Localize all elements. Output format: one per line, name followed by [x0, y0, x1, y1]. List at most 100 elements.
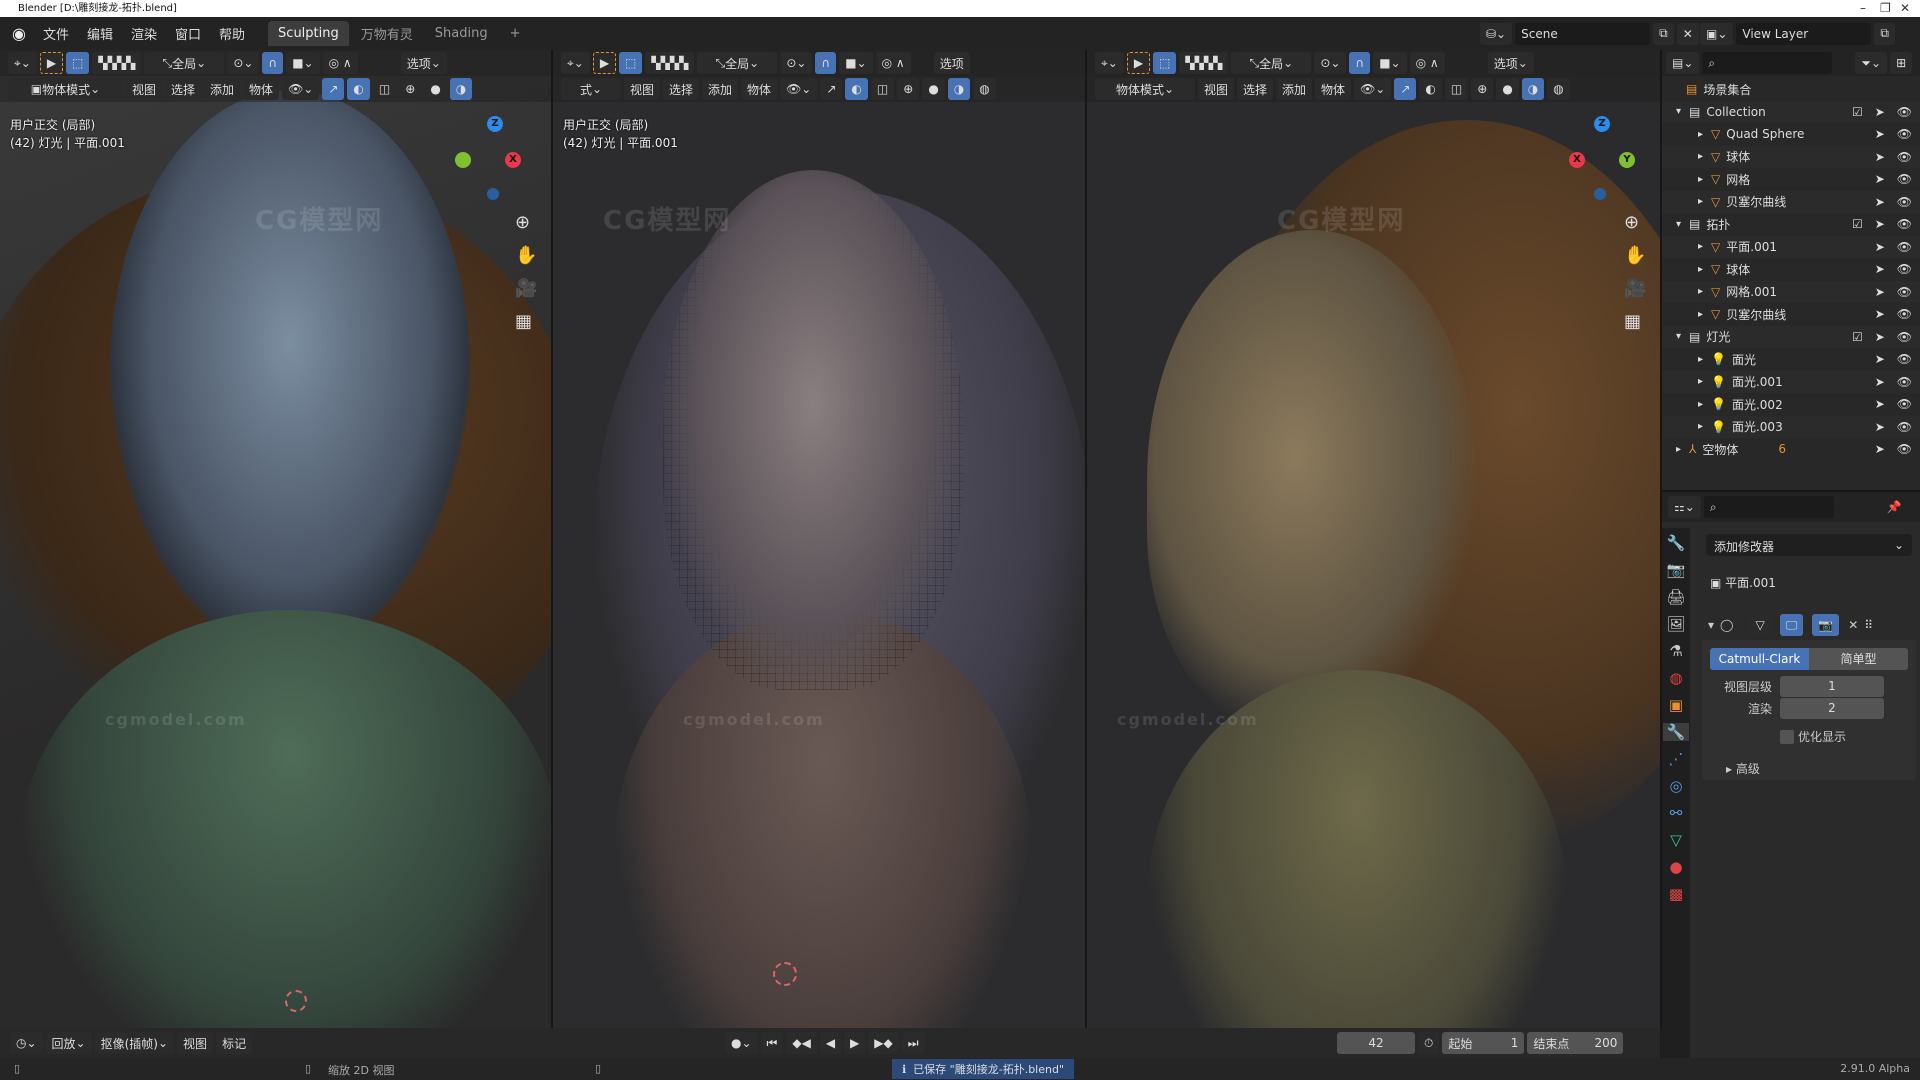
shading-material-icon[interactable]: ◑ — [947, 78, 971, 100]
view-menu[interactable]: 视图 — [177, 1032, 214, 1054]
selectable-toggle-icon[interactable]: ➤ — [1875, 397, 1885, 411]
shading-solid-icon[interactable]: ● — [1496, 78, 1519, 100]
texture-tab-icon[interactable]: ▩ — [1669, 885, 1683, 903]
constraints-tab-icon[interactable]: ⚯ — [1670, 804, 1683, 822]
selectable-toggle-icon[interactable]: ➤ — [1875, 285, 1885, 299]
snap-target-icon[interactable]: ■⌄ — [839, 52, 873, 74]
tab-wanwu[interactable]: 万物有灵 — [351, 19, 423, 48]
select-box-icon[interactable]: ⬚ — [619, 52, 643, 74]
menu-window[interactable]: 窗口 — [166, 24, 210, 43]
menu-object[interactable]: 物体 — [741, 78, 778, 100]
jump-start-icon[interactable]: ⏮ — [760, 1032, 784, 1054]
viewport-middle[interactable]: ⌖⌄ ▶ ⬚ ▚▚▚▚ ⤡ 全局 ⌄ ⊙⌄ ∩ ■⌄ ◎ ∧ 选项 式 ⌄ 视图… — [553, 50, 1087, 1028]
expand-arrow-icon[interactable]: ▸ — [1698, 376, 1703, 387]
pan-hand-icon[interactable]: ✋ — [515, 245, 537, 266]
viewport-toggle-icon[interactable]: 🖵 — [1779, 614, 1804, 636]
select-mode-icons[interactable]: ▚▚▚▚ — [92, 52, 142, 74]
visibility-eye-icon[interactable]: 👁 — [1897, 397, 1912, 411]
xray-icon[interactable]: ◫ — [372, 78, 397, 100]
snap-target-icon[interactable]: ■⌄ — [1373, 52, 1407, 74]
select-mode-icons[interactable]: ▚▚▚▚ — [1179, 52, 1229, 74]
options-dropdown[interactable]: 选项 ⌄ — [1487, 52, 1534, 74]
outliner-item[interactable]: ▸ 💡 面光.001 ➤ 👁 — [1662, 370, 1920, 393]
physics-tab-icon[interactable]: ◎ — [1669, 777, 1682, 795]
scene-tab-icon[interactable]: ⚗ — [1669, 642, 1682, 660]
navigation-gizmo[interactable]: Z X — [455, 116, 525, 200]
simple-button[interactable]: 简单型 — [1809, 648, 1908, 670]
visibility-eye-icon[interactable]: 👁 — [1897, 172, 1912, 186]
visibility-eye-icon[interactable]: 👁 — [1897, 105, 1912, 119]
outliner-item[interactable]: ▸ ▽ 贝塞尔曲线 ➤ 👁 — [1662, 303, 1920, 325]
expand-arrow-icon[interactable]: ▸ — [1698, 196, 1703, 207]
pivot-icon[interactable]: ⊙⌄ — [780, 52, 813, 74]
pin-icon[interactable]: 📌 — [1887, 500, 1902, 514]
shading-material-icon[interactable]: ◑ — [1521, 78, 1545, 100]
proportional-edit-icon[interactable]: ◎ ∧ — [1409, 52, 1445, 74]
tab-shading[interactable]: Shading — [425, 21, 498, 46]
outliner-item[interactable]: ▸ ▽ 网格.001 ➤ 👁 — [1662, 280, 1920, 303]
data-tab-icon[interactable]: ▽ — [1670, 831, 1682, 849]
outliner-item[interactable]: ▸ ⅄ 空物体 6 ➤ 👁 — [1662, 438, 1920, 460]
overlay-icon[interactable]: ◐ — [347, 78, 370, 100]
view-layer-field[interactable]: View Layer — [1736, 22, 1872, 45]
select-box-icon[interactable]: ⬚ — [66, 52, 90, 74]
visibility-eye-icon[interactable]: 👁 — [1897, 307, 1912, 321]
editmode-toggle-icon[interactable]: ▽ — [1749, 614, 1771, 636]
editor-type-icon[interactable]: ⌖⌄ — [561, 52, 590, 74]
expand-arrow-icon[interactable]: ▸ — [1698, 354, 1703, 365]
visibility-icon[interactable]: 👁⌄ — [282, 78, 320, 100]
shading-wireframe-icon[interactable]: ⊕ — [1471, 78, 1494, 100]
zoom-icon[interactable]: ⊕ — [515, 212, 537, 233]
menu-file[interactable]: 文件 — [34, 24, 78, 43]
expand-arrow-icon[interactable]: ▾ — [1676, 106, 1681, 117]
pivot-icon[interactable]: ⊙⌄ — [1314, 52, 1347, 74]
start-frame-field[interactable]: 起始 1 — [1442, 1032, 1525, 1054]
shading-wireframe-icon[interactable]: ⊕ — [897, 78, 920, 100]
exclude-checkbox[interactable]: ☑ — [1852, 330, 1863, 344]
world-tab-icon[interactable]: ◍ — [1669, 669, 1682, 687]
visibility-eye-icon[interactable]: 👁 — [1897, 195, 1912, 209]
auto-keying-icon[interactable]: ●⌄ — [725, 1032, 758, 1054]
transform-orientation-dropdown[interactable]: ⤡ 全局 ⌄ — [1231, 52, 1312, 74]
filter-icon[interactable]: ⏷⌄ — [1855, 52, 1888, 74]
shading-material-icon[interactable]: ◑ — [449, 78, 473, 100]
gizmo-y-axis[interactable]: Y — [1619, 152, 1635, 168]
selectable-toggle-icon[interactable]: ➤ — [1875, 330, 1885, 344]
collapse-icon[interactable]: ▾ — [1708, 618, 1714, 632]
overlay-icon[interactable]: ◐ — [845, 78, 868, 100]
selectable-toggle-icon[interactable]: ➤ — [1875, 442, 1885, 456]
gizmo-z-axis[interactable]: Z — [487, 116, 503, 132]
jump-keyframe-forward-icon[interactable]: ▶◆ — [868, 1032, 899, 1054]
mode-dropdown[interactable]: 物体模式 ⌄ — [1095, 78, 1195, 100]
catmull-clark-button[interactable]: Catmull-Clark — [1710, 648, 1809, 670]
3d-cursor-icon[interactable] — [773, 962, 797, 986]
select-tool-icon[interactable]: ▶ — [39, 52, 64, 74]
selectable-toggle-icon[interactable]: ➤ — [1875, 105, 1885, 119]
outliner-item[interactable]: ▸ ▽ 球体 ➤ 👁 — [1662, 258, 1920, 280]
visibility-eye-icon[interactable]: 👁 — [1897, 442, 1912, 456]
editor-type-icon[interactable]: ◷⌄ — [10, 1032, 43, 1054]
camera-icon[interactable]: 🎥 — [515, 278, 537, 299]
pivot-icon[interactable]: ⊙⌄ — [227, 52, 260, 74]
transform-orientation-dropdown[interactable]: ⤡ 全局 ⌄ — [144, 52, 225, 74]
visibility-eye-icon[interactable]: 👁 — [1897, 285, 1912, 299]
ortho-grid-icon[interactable]: ▦ — [515, 311, 537, 332]
visibility-icon[interactable]: 👁⌄ — [780, 78, 818, 100]
menu-select[interactable]: 选择 — [1237, 78, 1274, 100]
select-tool-icon[interactable]: ▶ — [1126, 52, 1151, 74]
visibility-eye-icon[interactable]: 👁 — [1897, 375, 1912, 389]
outliner-item[interactable]: ▸ ▽ 贝塞尔曲线 ➤ 👁 — [1662, 190, 1920, 213]
selectable-toggle-icon[interactable]: ➤ — [1875, 195, 1885, 209]
snap-icon[interactable]: ∩ — [262, 52, 284, 74]
ortho-grid-icon[interactable]: ▦ — [1624, 311, 1646, 332]
outliner-item[interactable]: ▸ 💡 面光 ➤ 👁 — [1662, 348, 1920, 370]
menu-add[interactable]: 添加 — [702, 78, 739, 100]
modifier-tab-icon[interactable]: 🔧 — [1663, 723, 1689, 741]
visibility-eye-icon[interactable]: 👁 — [1897, 420, 1912, 434]
expand-arrow-icon[interactable]: ▸ — [1698, 151, 1703, 162]
transform-orientation-dropdown[interactable]: ⤡ 全局 ⌄ — [697, 52, 778, 74]
delete-scene-icon[interactable]: ✕ — [1676, 22, 1699, 45]
options-dropdown[interactable]: 选项 — [933, 52, 970, 74]
keying-menu[interactable]: 抠像(插帧) ⌄ — [94, 1032, 175, 1054]
jump-keyframe-back-icon[interactable]: ◆◀ — [786, 1032, 817, 1054]
